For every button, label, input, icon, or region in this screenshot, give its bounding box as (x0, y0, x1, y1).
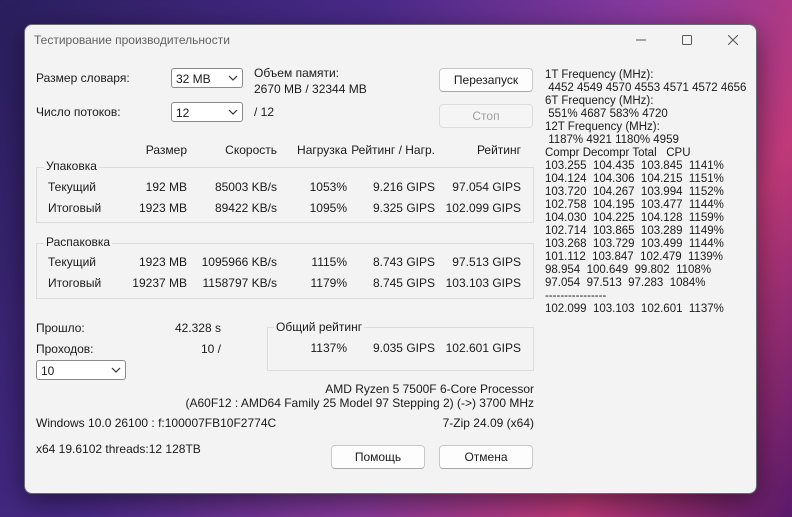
header-speed: Скорость (225, 143, 277, 157)
compress-total-rl: 9.325 GIPS (372, 201, 435, 215)
overall-load: 1137% (310, 341, 347, 355)
dict-size-label: Размер словаря: (36, 71, 130, 85)
maximize-button[interactable] (664, 25, 710, 55)
compress-current-rl: 9.216 GIPS (372, 180, 435, 194)
log-line: ---------------- (545, 290, 607, 302)
passes-label: Проходов: (36, 342, 94, 356)
stop-button[interactable]: Стоп (439, 104, 533, 128)
minimize-button[interactable] (618, 25, 664, 55)
passes-value: 10 / (200, 342, 221, 356)
decompress-current-size: 1923 MB (138, 255, 187, 269)
title-bar[interactable]: Тестирование производительности (25, 25, 756, 55)
overall-rl: 9.035 GIPS (372, 341, 435, 355)
threads-label: Число потоков: (36, 105, 121, 119)
restart-button[interactable]: Перезапуск (439, 68, 533, 92)
log-line: 6T Frequency (MHz): (545, 95, 654, 107)
overall-rating: 102.601 GIPS (445, 341, 521, 355)
decompress-current-load: 1115% (311, 255, 347, 269)
decompress-group (36, 243, 534, 299)
threads-select[interactable]: 12 (171, 102, 243, 122)
log-line: 104.124 104.306 104.215 1151% (545, 173, 724, 185)
memory-value: 2670 MB / 32344 MB (254, 82, 367, 96)
log-line: 103.255 104.435 103.845 1141% (545, 160, 724, 172)
header-rating-load: Рейтинг / Нагр. (351, 143, 435, 157)
log-line: 4452 4549 4570 4553 4571 4572 4656 (545, 82, 747, 94)
chevron-down-icon (228, 109, 238, 115)
compress-group-label: Упаковка (44, 159, 99, 173)
log-line: 104.030 104.225 104.128 1159% (545, 212, 724, 224)
cpu-name: AMD Ryzen 5 7500F 6-Core Processor (325, 382, 534, 396)
log-line: 103.268 103.729 103.499 1144% (545, 238, 724, 250)
log-line: 103.720 104.267 103.994 1152% (545, 186, 724, 198)
compress-total-rating: 102.099 GIPS (445, 201, 521, 215)
build-info: x64 19.6102 threads:12 128TB (36, 442, 201, 456)
decompress-total-size: 19237 MB (132, 276, 187, 290)
log-line: 551% 4687 583% 4720 (545, 108, 668, 120)
decompress-group-label: Распаковка (44, 235, 113, 249)
decompress-current-rating: 97.513 GIPS (452, 255, 521, 269)
decompress-total-speed: 1158797 KB/s (202, 276, 277, 290)
log-line: 102.758 104.195 103.477 1144% (545, 199, 724, 211)
elapsed-value: 42.328 s (174, 321, 221, 335)
decompress-total-rl: 8.745 GIPS (372, 276, 435, 290)
maximize-icon (682, 35, 692, 45)
compress-total-load: 1095% (309, 201, 347, 215)
window-title: Тестирование производительности (34, 33, 230, 47)
header-load: Нагрузка (297, 143, 347, 157)
dict-size-select[interactable]: 32 MB (171, 68, 243, 88)
passes-select[interactable]: 10 (36, 360, 126, 380)
log-line: Compr Decompr Total CPU (545, 147, 691, 159)
compress-current-rating: 97.054 GIPS (452, 180, 521, 194)
decompress-current-rl: 8.743 GIPS (372, 255, 435, 269)
header-rating: Рейтинг (476, 143, 521, 157)
memory-label: Объем памяти: (254, 66, 340, 80)
log-line: 1187% 4921 1180% 4959 (545, 134, 679, 146)
cpu-details: (A60F12 : AMD64 Family 25 Model 97 Stepp… (185, 396, 535, 410)
help-button[interactable]: Помощь (331, 445, 425, 469)
threads-value: 12 (176, 106, 190, 120)
passes-select-value: 10 (41, 364, 55, 378)
log-line: 101.112 103.847 102.479 1139% (545, 251, 723, 263)
dict-size-value: 32 MB (176, 72, 211, 86)
compress-current-speed: 85003 KB/s (214, 180, 277, 194)
log-line: 102.714 103.865 103.289 1149% (545, 225, 724, 237)
cancel-button[interactable]: Отмена (439, 445, 533, 469)
minimize-icon (636, 39, 646, 41)
os-info: Windows 10.0 26100 : f:100007FB10F2774C (36, 416, 277, 430)
elapsed-label: Прошло: (36, 321, 85, 335)
compress-total-size: 1923 MB (138, 201, 187, 215)
close-button[interactable] (710, 25, 756, 55)
log-line: 97.054 97.513 97.283 1084% (545, 277, 706, 289)
decompress-current-label: Текущий (48, 255, 96, 269)
log-line: 102.099 103.103 102.601 1137% (545, 303, 724, 315)
decompress-total-load: 1179% (310, 276, 347, 290)
log-line: 1T Frequency (MHz): (545, 69, 654, 81)
decompress-total-label: Итоговый (48, 276, 102, 290)
close-icon (728, 35, 738, 45)
decompress-current-speed: 1095966 KB/s (201, 255, 277, 269)
log-line: 98.954 100.649 99.802 1108% (545, 264, 712, 276)
compress-total-speed: 89422 KB/s (214, 201, 277, 215)
header-size: Размер (145, 143, 187, 157)
compress-current-load: 1053% (309, 180, 347, 194)
decompress-total-rating: 103.103 GIPS (445, 276, 521, 290)
frequency-log: 1T Frequency (MHz): 4452 4549 4570 4553 … (545, 69, 746, 316)
overall-group-label: Общий рейтинг (274, 320, 365, 334)
chevron-down-icon (111, 367, 121, 373)
version-info: 7-Zip 24.09 (x64) (442, 416, 534, 430)
log-line: 12T Frequency (MHz): (545, 121, 660, 133)
benchmark-window: Тестирование производительности Размер с… (24, 24, 757, 494)
compress-current-size: 192 MB (145, 180, 187, 194)
chevron-down-icon (228, 75, 238, 81)
compress-current-label: Текущий (48, 180, 96, 194)
threads-max: / 12 (254, 105, 275, 119)
compress-total-label: Итоговый (48, 201, 102, 215)
